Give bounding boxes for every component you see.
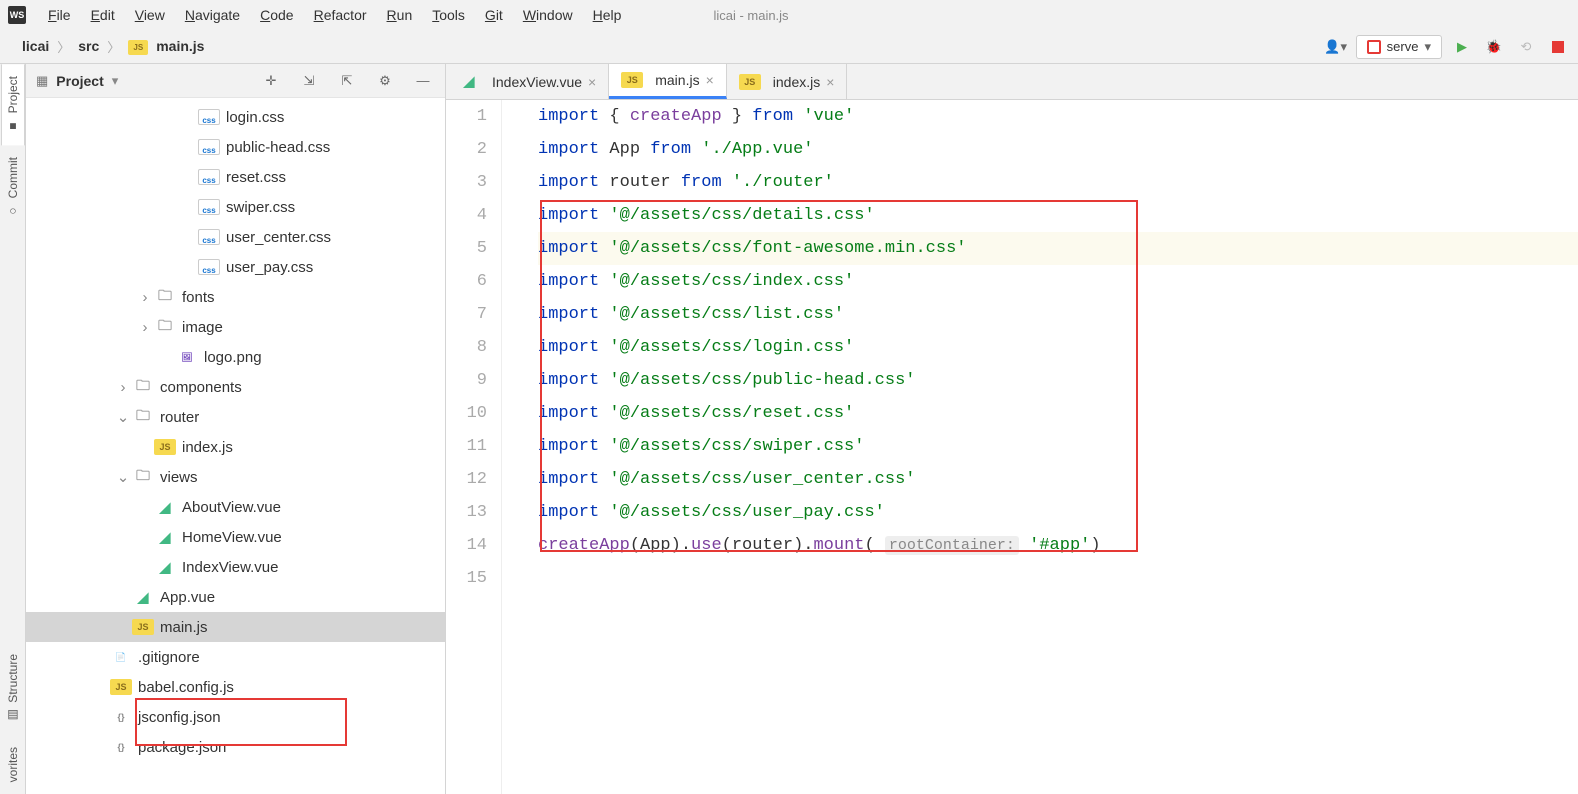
crumb-src[interactable]: src (74, 36, 103, 56)
hide-icon[interactable]: — (411, 69, 435, 93)
crumb-project[interactable]: licai (18, 36, 53, 56)
main-area: ■ Project ○ Commit ▤ Structure vorites ▦… (0, 64, 1578, 794)
code-area[interactable]: 123456789101112131415 import { createApp… (446, 100, 1578, 794)
project-label: Project (56, 73, 103, 89)
tree-item-public-head-css[interactable]: public-head.css (26, 132, 445, 162)
tree-item-logo-png[interactable]: 🖼logo.png (26, 342, 445, 372)
tree-item-IndexView-vue[interactable]: ◢IndexView.vue (26, 552, 445, 582)
menu-code[interactable]: Code (250, 3, 303, 27)
rail-commit[interactable]: ○ Commit (2, 145, 24, 230)
app-icon: WS (8, 6, 26, 24)
tree-item-babel-config-js[interactable]: JSbabel.config.js (26, 672, 445, 702)
tree-item-login-css[interactable]: login.css (26, 102, 445, 132)
line-gutter: 123456789101112131415 (446, 100, 502, 794)
debug-button[interactable]: 🐞 (1482, 35, 1506, 59)
close-icon[interactable]: × (826, 74, 834, 90)
chevron-right-icon: 〉 (57, 37, 70, 56)
tree-item-index-js[interactable]: JSindex.js (26, 432, 445, 462)
project-sidebar: ▦ Project ▾ ✛ ⇲ ⇱ ⚙ — login.csspublic-he… (26, 64, 446, 794)
editor-tabs: ◢IndexView.vue×JSmain.js×JSindex.js× (446, 64, 1578, 100)
crumb-file-label: main.js (156, 38, 204, 54)
tree-item-AboutView-vue[interactable]: ◢AboutView.vue (26, 492, 445, 522)
project-tree[interactable]: login.csspublic-head.cssreset.cssswiper.… (26, 98, 445, 794)
tree-item-user_center-css[interactable]: user_center.css (26, 222, 445, 252)
chevron-right-icon: 〉 (107, 37, 120, 56)
editor: ◢IndexView.vue×JSmain.js×JSindex.js× 123… (446, 64, 1578, 794)
menu-run[interactable]: Run (377, 3, 423, 27)
tree-item-swiper-css[interactable]: swiper.css (26, 192, 445, 222)
tree-item-components[interactable]: ›🗀components (26, 372, 445, 402)
tree-item-fonts[interactable]: ›🗀fonts (26, 282, 445, 312)
stop-button[interactable] (1546, 35, 1570, 59)
run-config-label: serve (1387, 39, 1419, 54)
tree-item-reset-css[interactable]: reset.css (26, 162, 445, 192)
gear-icon[interactable]: ⚙ (373, 69, 397, 93)
rail-favorites[interactable]: vorites (2, 735, 24, 794)
chevron-down-icon[interactable]: ▾ (112, 73, 119, 89)
tree-item--gitignore[interactable]: 📄.gitignore (26, 642, 445, 672)
tree-item-router[interactable]: ⌄🗀router (26, 402, 445, 432)
js-file-icon: JS (128, 40, 148, 55)
chevron-down-icon: ▾ (1424, 39, 1431, 55)
close-icon[interactable]: × (706, 72, 714, 88)
tree-item-views[interactable]: ⌄🗀views (26, 462, 445, 492)
close-icon[interactable]: × (588, 74, 596, 90)
collapse-icon[interactable]: ⇱ (335, 69, 359, 93)
menu-tools[interactable]: Tools (422, 3, 475, 27)
coverage-button[interactable]: ⟲ (1514, 35, 1538, 59)
tree-item-HomeView-vue[interactable]: ◢HomeView.vue (26, 522, 445, 552)
sidebar-header: ▦ Project ▾ ✛ ⇲ ⇱ ⚙ — (26, 64, 445, 98)
menu-view[interactable]: View (125, 3, 175, 27)
tree-item-main-js[interactable]: JSmain.js (26, 612, 445, 642)
toolbar: licai 〉 src 〉 JS main.js 👤▾ serve ▾ ▶ 🐞 … (0, 30, 1578, 64)
user-icon[interactable]: 👤▾ (1324, 35, 1348, 59)
tree-item-jsconfig-json[interactable]: {}jsconfig.json (26, 702, 445, 732)
menu-git[interactable]: Git (475, 3, 513, 27)
tab-index-js[interactable]: JSindex.js× (727, 64, 848, 99)
rail-structure[interactable]: ▤ Structure (2, 642, 24, 735)
tree-item-user_pay-css[interactable]: user_pay.css (26, 252, 445, 282)
project-tool-icon: ▦ (36, 73, 48, 89)
run-button[interactable]: ▶ (1450, 35, 1474, 59)
menu-window[interactable]: Window (513, 3, 583, 27)
tree-item-package-json[interactable]: {}package.json (26, 732, 445, 762)
menu-help[interactable]: Help (583, 3, 632, 27)
crumb-file[interactable]: JS main.js (124, 36, 208, 57)
serve-config-icon (1367, 40, 1381, 54)
rail-project[interactable]: ■ Project (1, 64, 25, 145)
tree-item-App-vue[interactable]: ◢App.vue (26, 582, 445, 612)
menu-edit[interactable]: Edit (81, 3, 125, 27)
window-title: licai - main.js (713, 8, 788, 23)
tree-item-image[interactable]: ›🗀image (26, 312, 445, 342)
code-content[interactable]: import { createApp } from 'vue'import Ap… (502, 100, 1578, 794)
locate-icon[interactable]: ✛ (259, 69, 283, 93)
run-configuration[interactable]: serve ▾ (1356, 35, 1442, 59)
tab-main-js[interactable]: JSmain.js× (609, 64, 727, 99)
menubar: WS FileEditViewNavigateCodeRefactorRunTo… (0, 0, 1578, 30)
left-tool-rail: ■ Project ○ Commit ▤ Structure vorites (0, 64, 26, 794)
menu-refactor[interactable]: Refactor (304, 3, 377, 27)
expand-icon[interactable]: ⇲ (297, 69, 321, 93)
breadcrumb[interactable]: licai 〉 src 〉 JS main.js (8, 36, 208, 57)
menu-file[interactable]: File (38, 3, 81, 27)
tab-IndexView-vue[interactable]: ◢IndexView.vue× (446, 64, 609, 99)
menu-navigate[interactable]: Navigate (175, 3, 250, 27)
